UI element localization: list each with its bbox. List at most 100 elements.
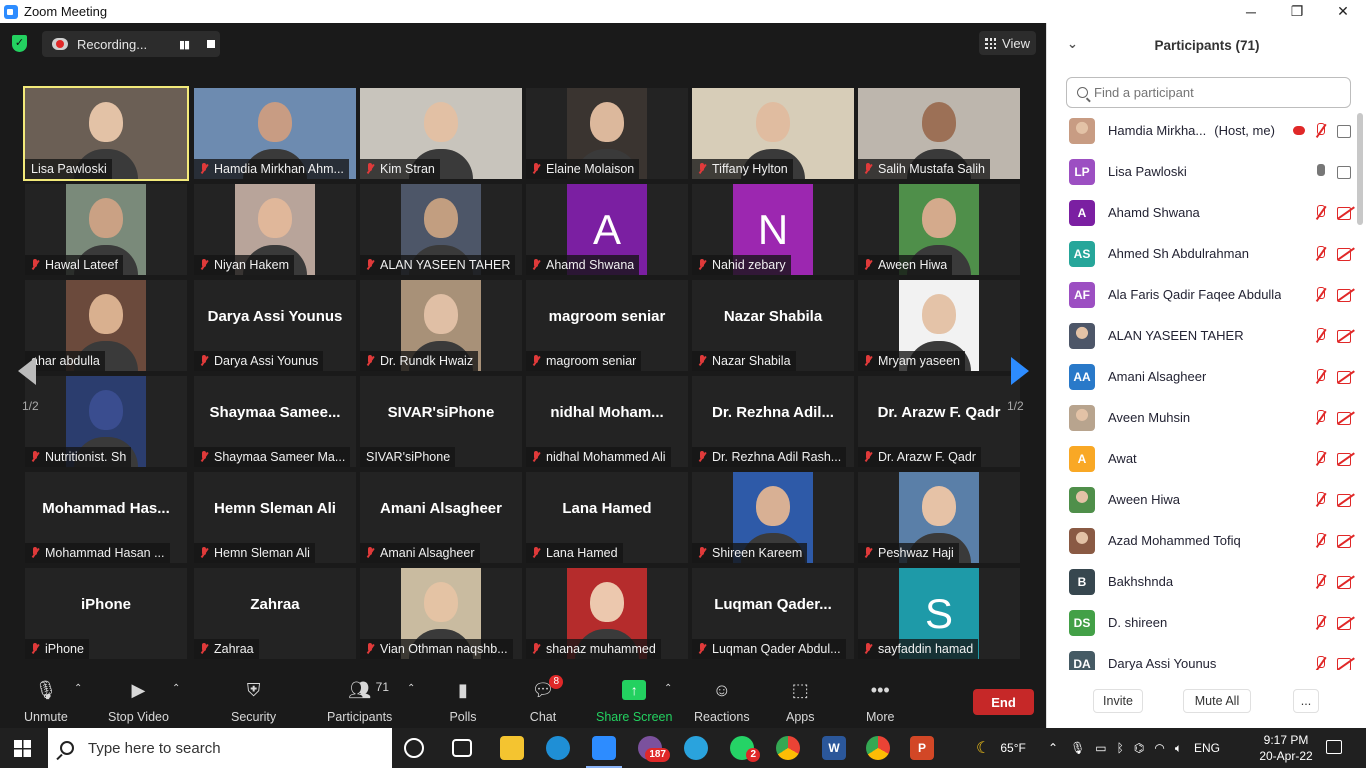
view-button[interactable]: View [979,31,1036,55]
video-tile[interactable]: Mryam yaseen [858,280,1020,371]
chrome-icon[interactable] [776,736,800,760]
participant-list-scrollbar[interactable] [1357,113,1363,225]
tray-overflow-chevron-icon[interactable]: ⌃ [1048,741,1058,755]
notification-center-icon[interactable] [1326,740,1342,754]
participant-row[interactable]: A Awat [1047,438,1357,479]
zoom-taskbar-icon[interactable] [586,736,622,768]
video-tile[interactable]: ahar abdulla [25,280,187,371]
video-tile[interactable]: iPhone iPhone [25,568,187,659]
telegram-icon[interactable] [684,736,708,760]
video-tile[interactable]: Dr. Rezhna Adil... Dr. Rezhna Adil Rash..… [692,376,854,467]
video-tile[interactable]: Kim Stran [360,88,522,179]
participant-row[interactable]: A Ahamd Shwana [1047,192,1357,233]
video-tile[interactable]: Salih Mustafa Salih [858,88,1020,179]
video-tile[interactable]: Hawal Lateef [25,184,187,275]
end-meeting-button[interactable]: End [973,689,1034,715]
participant-row[interactable]: Azad Mohammed Tofiq [1047,520,1357,561]
weather-widget[interactable]: ☾ 65°F [976,728,1026,768]
participant-row[interactable]: B Bakhshnda [1047,561,1357,602]
taskbar-clock[interactable]: 9:17 PM 20-Apr-22 [1256,732,1316,764]
stop-video-button[interactable]: ▶ Stop Video [108,678,169,726]
video-tile[interactable]: Amani Alsagheer Amani Alsagheer [360,472,522,563]
participant-row[interactable]: Hamdia Mirkha... (Host, me) [1047,110,1357,151]
participant-row[interactable]: DS D. shireen [1047,602,1357,643]
edge-browser-icon[interactable] [546,736,570,760]
polls-button[interactable]: ▮ Polls [449,678,477,726]
video-tile[interactable]: Hemn Sleman Ali Hemn Sleman Ali [194,472,356,563]
unmute-button[interactable]: 🎙︎ Unmute [24,678,68,726]
participant-row[interactable]: AS Ahmed Sh Abdulrahman [1047,233,1357,274]
task-view-icon[interactable] [452,739,472,757]
video-tile[interactable]: Mohammad Has... Mohammad Hasan ... [25,472,187,563]
share-screen-button[interactable]: ↑ Share Screen [596,678,672,726]
file-explorer-icon[interactable] [500,736,524,760]
video-tile[interactable]: shanaz muhammed [526,568,688,659]
video-tile[interactable]: Aween Hiwa [858,184,1020,275]
video-tile[interactable]: Tiffany Hylton [692,88,854,179]
video-tile[interactable]: Luqman Qader... Luqman Qader Abdul... [692,568,854,659]
video-tile[interactable]: Elaine Molaison [526,88,688,179]
video-tile[interactable]: Dr. Rundk Hwaiz [360,280,522,371]
security-button[interactable]: ⛨ Security [231,678,276,726]
restore-button[interactable]: ❐ [1274,0,1320,23]
whatsapp-icon[interactable]: 2 [730,736,760,762]
participant-row[interactable]: AA Amani Alsagheer [1047,356,1357,397]
bluetooth-icon[interactable]: ᛒ [1117,741,1124,755]
share-options-chevron-icon[interactable]: ⌃ [664,683,672,694]
viber-icon[interactable]: 187 [638,736,670,762]
participant-row[interactable]: ALAN YASEEN TAHER [1047,315,1357,356]
participant-row[interactable]: LP Lisa Pawloski [1047,151,1357,192]
video-tile[interactable]: Dr. Arazw F. Qadr Dr. Arazw F. Qadr [858,376,1020,467]
close-button[interactable]: ✕ [1320,0,1366,23]
video-tile[interactable]: Shaymaa Samee... Shaymaa Sameer Ma... [194,376,356,467]
participant-row[interactable]: DA Darya Assi Younus [1047,643,1357,670]
participants-button[interactable]: 👥︎ 71 Participants [327,678,392,726]
video-tile[interactable]: Darya Assi Younus Darya Assi Younus [194,280,356,371]
volume-icon[interactable]: 🔈︎ [1175,741,1182,756]
minimize-button[interactable]: ─ [1228,0,1274,23]
reactions-button[interactable]: ☺ Reactions [694,678,750,726]
video-tile[interactable]: Hamdia Mirkhan Ahm... [194,88,356,179]
video-tile[interactable]: magroom seniar magroom seniar [526,280,688,371]
participant-row[interactable]: Aween Hiwa [1047,479,1357,520]
more-button[interactable]: ••• More [866,678,894,726]
network-icon[interactable]: ⌬ [1134,741,1144,755]
wifi-icon[interactable]: ◠ [1154,741,1164,755]
chat-button[interactable]: 💬︎ 8 Chat [529,675,563,726]
cortana-icon[interactable] [404,738,424,758]
participants-options-chevron-icon[interactable]: ⌃ [407,683,415,694]
panel-more-button[interactable]: ... [1293,689,1319,713]
video-tile[interactable]: N Nahid zebary [692,184,854,275]
video-tile[interactable]: A Ahamd Shwana [526,184,688,275]
video-tile[interactable]: Nutritionist. Sh [25,376,187,467]
microphone-tray-icon[interactable]: 🎙︎ [1070,741,1085,755]
participant-row[interactable]: AF Ala Faris Qadir Faqee Abdulla [1047,274,1357,315]
participant-row[interactable]: Aveen Muhsin [1047,397,1357,438]
participant-search-input[interactable] [1094,85,1334,100]
word-icon[interactable]: W [822,736,846,760]
audio-options-chevron-icon[interactable]: ⌃ [74,683,82,694]
chrome-profile-icon[interactable] [866,736,890,760]
apps-button[interactable]: ⬚ Apps [786,678,815,726]
invite-button[interactable]: Invite [1093,689,1143,713]
encryption-shield-icon[interactable]: ✓ [12,35,27,52]
video-tile[interactable]: nidhal Moham... nidhal Mohammed Ali [526,376,688,467]
video-tile[interactable]: Ssayfaddin hamad [858,568,1020,659]
video-tile[interactable]: SIVAR'siPhone SIVAR'siPhone [360,376,522,467]
video-tile[interactable]: Niyan Hakem [194,184,356,275]
taskbar-search-box[interactable]: Type here to search [48,728,392,768]
video-options-chevron-icon[interactable]: ⌃ [172,683,180,694]
next-page-arrow-icon[interactable] [1011,357,1029,385]
powerpoint-icon[interactable]: P [910,736,934,760]
video-tile[interactable]: Shireen Kareem [692,472,854,563]
windows-start-icon[interactable] [14,740,31,757]
video-tile[interactable]: ALAN YASEEN TAHER [360,184,522,275]
video-tile[interactable]: Peshwaz Haji [858,472,1020,563]
video-tile[interactable]: Vian Othman naqshb... [360,568,522,659]
video-tile[interactable]: Lana Hamed Lana Hamed [526,472,688,563]
video-tile[interactable]: Zahraa Zahraa [194,568,356,659]
video-tile[interactable]: Lisa Pawloski [23,86,189,181]
participant-search-box[interactable] [1066,77,1351,108]
input-language[interactable]: ENG [1194,741,1220,755]
stop-recording-icon[interactable] [207,40,216,48]
